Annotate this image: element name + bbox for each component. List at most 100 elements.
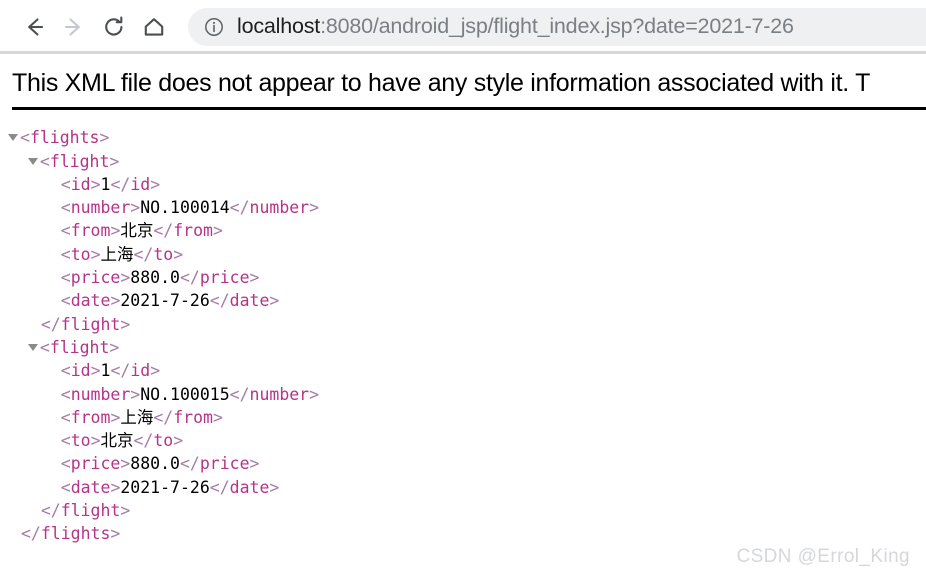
back-button[interactable] bbox=[14, 7, 54, 47]
back-arrow-icon bbox=[21, 14, 47, 40]
xml-bracket: < bbox=[60, 384, 71, 404]
xml-bracket: </ bbox=[209, 291, 230, 311]
xml-bracket: < bbox=[39, 337, 50, 357]
xml-line: </flights> bbox=[8, 522, 926, 545]
browser-toolbar: localhost:8080/android_jsp/flight_index.… bbox=[0, 0, 926, 54]
xml-bracket: > bbox=[90, 174, 101, 194]
xml-tag-name: date bbox=[229, 291, 270, 311]
xml-tag-name: id bbox=[130, 361, 151, 381]
xml-bracket: </ bbox=[179, 454, 200, 474]
xml-line: <number>NO.100015</number> bbox=[8, 383, 926, 406]
xml-bracket: > bbox=[150, 361, 161, 381]
xml-bracket: </ bbox=[40, 501, 61, 520]
url-host: localhost bbox=[237, 14, 321, 39]
xml-value: 2021-7-26 bbox=[120, 291, 210, 311]
xml-tag-name: date bbox=[70, 477, 111, 497]
xml-bracket: </ bbox=[229, 198, 250, 218]
xml-bracket: < bbox=[60, 431, 71, 451]
xml-line: <flight> bbox=[8, 336, 926, 359]
xml-bracket: < bbox=[60, 477, 71, 497]
xml-line: </flight> bbox=[8, 499, 926, 522]
xml-line: <number>NO.100014</number> bbox=[8, 196, 926, 219]
xml-tag-name: from bbox=[173, 221, 213, 241]
xml-line: <from>上海</from> bbox=[8, 406, 926, 429]
xml-bracket: > bbox=[110, 291, 121, 311]
xml-bracket: </ bbox=[153, 221, 174, 241]
xml-bracket: < bbox=[60, 268, 71, 288]
xml-bracket: </ bbox=[21, 524, 41, 544]
address-bar[interactable]: localhost:8080/android_jsp/flight_index.… bbox=[188, 8, 926, 46]
xml-bracket: > bbox=[90, 431, 101, 451]
xml-tag-name: flight bbox=[60, 314, 121, 334]
xml-line: </flight> bbox=[8, 313, 926, 336]
url-path: :8080/android_jsp/flight_index.jsp?date=… bbox=[320, 14, 794, 39]
xml-bracket: > bbox=[173, 244, 184, 264]
xml-tag-name: price bbox=[199, 454, 250, 474]
xml-value: NO.100015 bbox=[140, 384, 230, 404]
xml-bracket: > bbox=[309, 198, 320, 218]
xml-tag-name: price bbox=[199, 268, 250, 288]
xml-bracket: < bbox=[60, 244, 71, 264]
xml-bracket: > bbox=[249, 268, 260, 288]
xml-line: <id>1</id> bbox=[8, 173, 926, 196]
reload-button[interactable] bbox=[94, 7, 134, 47]
xml-bracket: > bbox=[110, 407, 121, 427]
xml-tag-name: from bbox=[173, 407, 213, 427]
xml-bracket: < bbox=[39, 151, 50, 171]
xml-bracket: < bbox=[60, 361, 71, 381]
xml-bracket: </ bbox=[110, 361, 131, 381]
xml-tag-name: number bbox=[70, 198, 131, 218]
xml-value: 1 bbox=[100, 361, 111, 381]
xml-bracket: > bbox=[150, 174, 161, 194]
xml-bracket: > bbox=[110, 221, 121, 241]
xml-tag-name: from bbox=[70, 221, 111, 241]
xml-value: 880.0 bbox=[130, 454, 180, 474]
xml-bracket: > bbox=[213, 407, 223, 427]
xml-bracket: > bbox=[99, 128, 110, 148]
xml-tag-name: flight bbox=[49, 151, 110, 171]
xml-value: 2021-7-26 bbox=[120, 477, 210, 497]
xml-value: 上海 bbox=[100, 244, 134, 264]
xml-bracket: </ bbox=[153, 407, 174, 427]
xml-bracket: > bbox=[120, 314, 131, 334]
xml-tag-name: date bbox=[70, 291, 111, 311]
forward-button[interactable] bbox=[54, 7, 94, 47]
xml-style-notice: This XML file does not appear to have an… bbox=[12, 69, 871, 97]
xml-tag-name: flights bbox=[40, 524, 111, 544]
xml-bracket: </ bbox=[110, 174, 131, 194]
xml-value: NO.100014 bbox=[140, 198, 230, 218]
collapse-triangle-icon[interactable] bbox=[27, 157, 38, 165]
xml-bracket: < bbox=[60, 454, 71, 474]
xml-bracket: > bbox=[109, 151, 120, 171]
xml-bracket: < bbox=[60, 198, 71, 218]
collapse-triangle-icon[interactable] bbox=[8, 134, 18, 142]
xml-tag-name: date bbox=[229, 477, 270, 497]
xml-tag-name: from bbox=[70, 407, 111, 427]
xml-bracket: </ bbox=[133, 431, 154, 451]
xml-line: <flight> bbox=[8, 150, 926, 173]
site-info-icon[interactable] bbox=[204, 17, 224, 37]
xml-bracket: < bbox=[20, 128, 30, 148]
home-icon bbox=[141, 14, 167, 40]
notice-divider bbox=[12, 107, 926, 111]
xml-tag-name: id bbox=[70, 174, 91, 194]
xml-bracket: > bbox=[90, 244, 101, 264]
xml-bracket: </ bbox=[133, 244, 154, 264]
xml-tag-name: flight bbox=[49, 337, 110, 357]
forward-arrow-icon bbox=[61, 14, 87, 40]
home-button[interactable] bbox=[134, 7, 174, 47]
xml-tag-name: to bbox=[70, 244, 91, 264]
csdn-watermark: CSDN @Errol_King bbox=[736, 546, 910, 567]
xml-bracket: > bbox=[120, 268, 131, 288]
xml-bracket: < bbox=[60, 221, 71, 241]
collapse-triangle-icon[interactable] bbox=[27, 343, 38, 351]
xml-value: 北京 bbox=[120, 221, 154, 241]
address-bar-text[interactable]: localhost:8080/android_jsp/flight_index.… bbox=[237, 16, 794, 38]
xml-bracket: > bbox=[90, 361, 101, 381]
xml-bracket: > bbox=[309, 384, 320, 404]
xml-line: <id>1</id> bbox=[8, 359, 926, 382]
xml-value: 北京 bbox=[100, 431, 134, 451]
xml-bracket: > bbox=[269, 477, 280, 497]
xml-bracket: > bbox=[130, 384, 141, 404]
xml-bracket: > bbox=[249, 454, 260, 474]
